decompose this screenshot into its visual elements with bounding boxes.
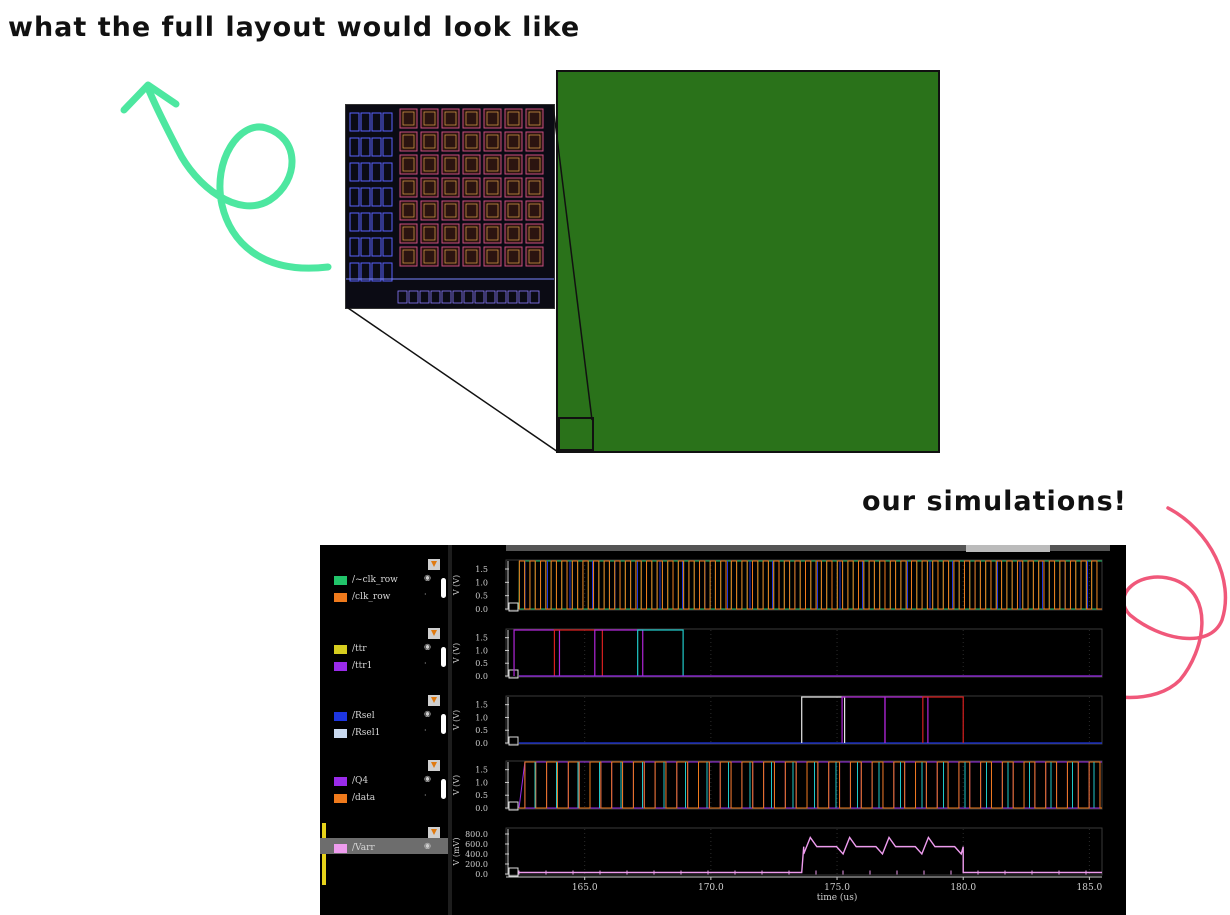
- strip-frame: [505, 760, 1103, 810]
- y-axis-label: V (mV): [452, 838, 461, 867]
- full-layout-view: [556, 70, 940, 453]
- y-tick-label: 0.5: [475, 592, 488, 601]
- y-tick-label: 1.5: [475, 634, 488, 643]
- x-tick-label: 175.0: [824, 883, 850, 893]
- y-tick-label: 1.0: [475, 646, 488, 655]
- y-axis-label: V (V): [452, 710, 461, 731]
- y-tick-label: 0.0: [475, 804, 488, 813]
- y-axis-label: V (V): [452, 775, 461, 796]
- y-tick-label: 1.0: [475, 778, 488, 787]
- y-tick-label: 1.5: [475, 565, 488, 574]
- y-tick-label: 1.5: [475, 766, 488, 775]
- layout-annotation: what the full layout would look like: [8, 12, 581, 43]
- zoom-line-bottom: [347, 307, 559, 453]
- y-tick-label: 600.0: [465, 840, 488, 849]
- y-tick-label: 0.0: [475, 672, 488, 681]
- y-tick-label: 1.0: [475, 578, 488, 587]
- strip-frame: [505, 628, 1103, 678]
- layout-inset-box: [558, 417, 594, 451]
- y-tick-label: 400.0: [465, 850, 488, 859]
- y-tick-label: 0.0: [475, 739, 488, 748]
- simulations-annotation: our simulations!: [862, 486, 1127, 517]
- x-axis-label: time (us): [817, 892, 858, 903]
- y-tick-label: 200.0: [465, 860, 488, 869]
- y-tick-label: 800.0: [465, 830, 488, 839]
- green-arrowhead-icon: [120, 81, 180, 114]
- y-tick-label: 1.0: [475, 713, 488, 722]
- y-tick-label: 0.5: [475, 726, 488, 735]
- layout-cell-grid: [346, 105, 554, 308]
- x-tick-label: 170.0: [698, 883, 724, 893]
- strip-frame: [505, 695, 1103, 745]
- y-axis-label: V (V): [452, 575, 461, 596]
- y-tick-label: 0.5: [475, 791, 488, 800]
- y-tick-label: 1.5: [475, 701, 488, 710]
- y-axis-label: V (V): [452, 643, 461, 664]
- x-tick-label: 180.0: [950, 883, 976, 893]
- x-tick-label: 165.0: [572, 883, 598, 893]
- timeline-scroll-thumb[interactable]: [966, 545, 1050, 552]
- layout-thumbnail: [345, 104, 555, 309]
- green-arrow-icon: [144, 84, 332, 272]
- y-tick-label: 0.0: [475, 870, 488, 879]
- waveform-plot: 1.5 1.0 0.5 0.0 V (V) 1.5 1.0 0.5 0.0 V (V) 1.5 1.0…: [452, 545, 1110, 903]
- y-tick-label: 0.0: [475, 605, 488, 614]
- x-tick-label: 185.0: [1077, 883, 1103, 893]
- waveform-viewer: /~clk_row ◉/clk_row ·/ttr ◉/ttr1 ·/Rsel ◉/Rse…: [320, 545, 1126, 915]
- y-tick-label: 0.5: [475, 659, 488, 668]
